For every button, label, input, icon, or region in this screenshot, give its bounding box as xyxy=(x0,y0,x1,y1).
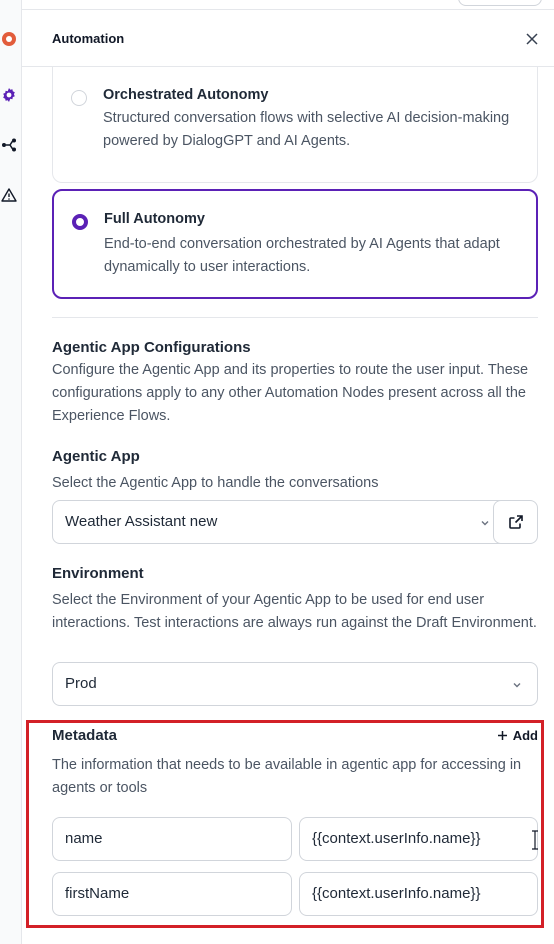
panel-header: Automation xyxy=(22,11,554,67)
app-icon[interactable] xyxy=(0,30,18,48)
flow-icon[interactable] xyxy=(0,136,18,154)
mode-title: Full Autonomy xyxy=(104,211,205,227)
agentic-app-select[interactable]: Weather Assistant new xyxy=(52,500,506,544)
radio-full-autonomy[interactable] xyxy=(72,214,88,230)
external-link-icon xyxy=(508,515,523,529)
chevron-down-icon xyxy=(481,521,489,526)
environment-label: Environment xyxy=(52,565,144,582)
agentic-app-value: Weather Assistant new xyxy=(65,513,218,530)
metadata-highlight-box xyxy=(26,720,544,928)
mode-description: Structured conversation flows with selec… xyxy=(103,110,510,149)
environment-description: Select the Environment of your Agentic A… xyxy=(52,592,537,631)
close-icon xyxy=(526,33,538,45)
mode-description: End-to-end conversation orchestrated by … xyxy=(104,236,500,275)
mode-option-full-autonomy[interactable]: Full Autonomy End-to-end conversation or… xyxy=(52,189,538,299)
agentic-app-description: Select the Agentic App to handle the con… xyxy=(52,475,379,491)
mode-title: Orchestrated Autonomy xyxy=(103,87,269,103)
top-pill-button[interactable] xyxy=(458,0,542,6)
panel-title: Automation xyxy=(52,31,125,46)
environment-select[interactable]: Prod xyxy=(52,662,538,706)
top-strip xyxy=(22,0,554,10)
agentic-app-label: Agentic App xyxy=(52,448,140,465)
warning-icon[interactable] xyxy=(0,186,18,204)
environment-value: Prod xyxy=(65,675,97,692)
section-divider xyxy=(52,317,538,318)
open-agentic-app-button[interactable] xyxy=(493,500,538,544)
chevron-down-icon xyxy=(513,683,521,688)
left-rail xyxy=(0,0,22,944)
mode-option-orchestrated[interactable]: Orchestrated Autonomy Structured convers… xyxy=(52,67,538,183)
close-button[interactable] xyxy=(520,27,544,51)
gear-icon[interactable] xyxy=(0,86,18,104)
radio-orchestrated[interactable] xyxy=(71,90,87,106)
config-title: Agentic App Configurations xyxy=(52,339,251,356)
config-description: Configure the Agentic App and its proper… xyxy=(52,362,529,424)
text-cursor-icon xyxy=(532,830,538,850)
